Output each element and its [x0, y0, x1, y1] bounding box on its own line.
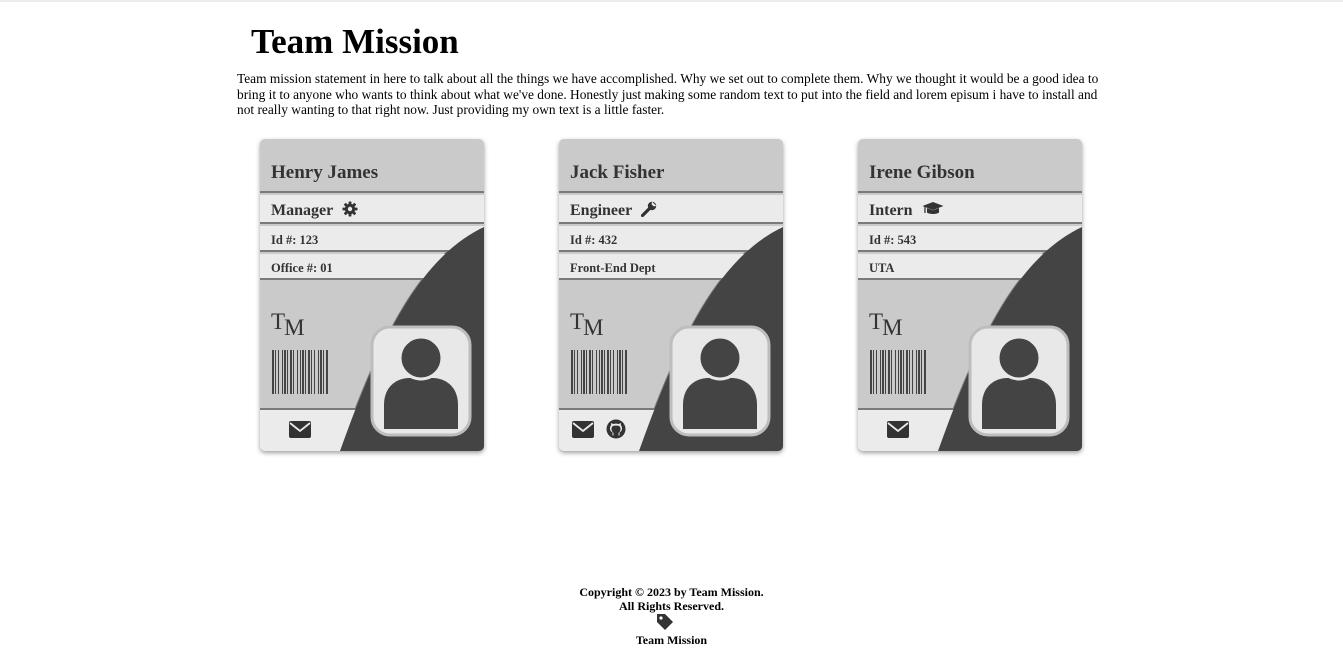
team-card-irene-gibson: Irene Gibson Intern Id #: 543 UTA TM [858, 139, 1082, 451]
avatar [669, 325, 771, 437]
avatar [370, 325, 472, 437]
user-silhouette-icon [370, 325, 472, 437]
top-border [0, 0, 1343, 2]
page-title: Team Mission [251, 22, 459, 61]
footer-rights: All Rights Reserved. [619, 599, 724, 613]
team-card-henry-james: Henry James Manager Id #: 123 Office #: … [260, 139, 484, 451]
avatar [968, 325, 1070, 437]
user-silhouette-icon [669, 325, 771, 437]
user-silhouette-icon [968, 325, 1070, 437]
team-card-jack-fisher: Jack Fisher Engineer Id #: 432 Front-End… [559, 139, 783, 451]
footer-copyright: Copyright © 2023 by Team Mission. [579, 585, 764, 599]
footer-brand: Team Mission [635, 633, 708, 647]
mission-statement: Team mission statement in here to talk a… [237, 71, 1099, 117]
